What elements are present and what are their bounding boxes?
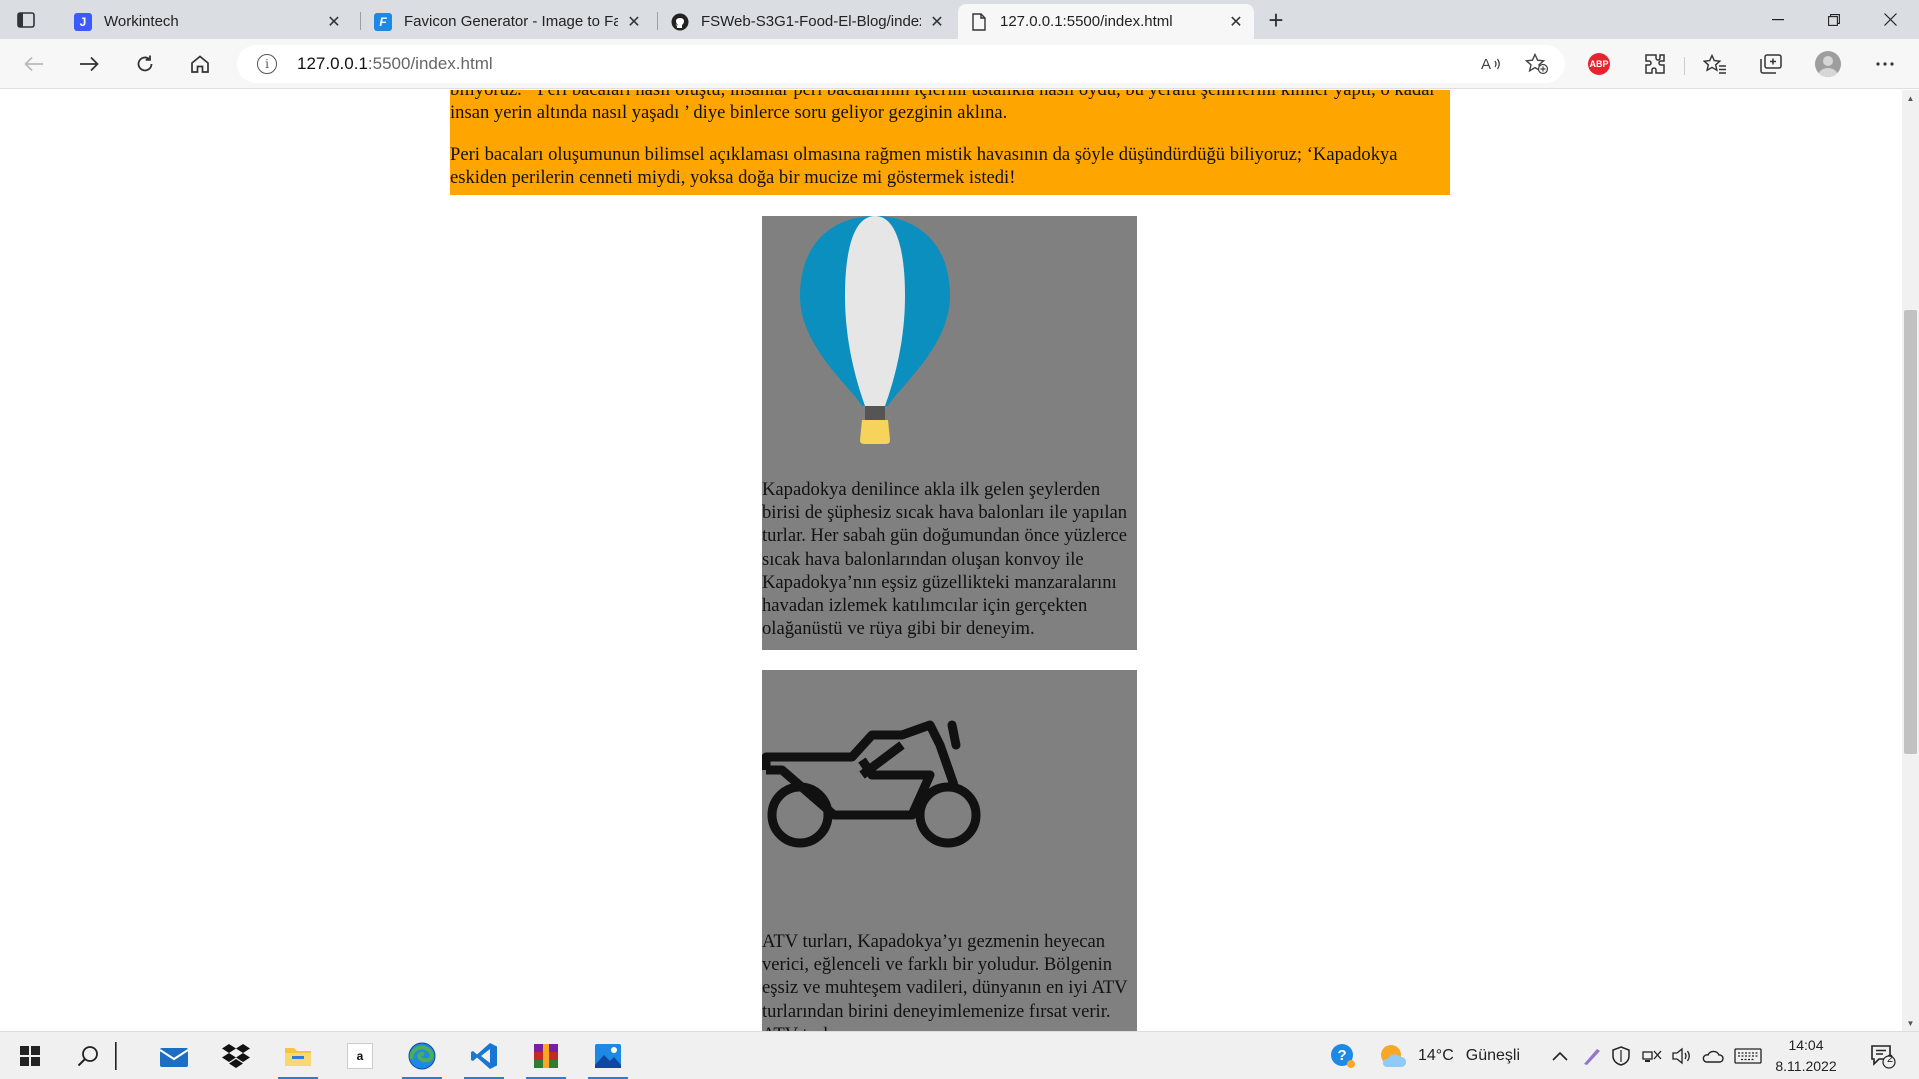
volume-icon[interactable]: [1672, 1032, 1692, 1079]
show-hidden-icons-icon[interactable]: [1552, 1032, 1568, 1079]
page-scrollbar[interactable]: ▲ ▼: [1902, 90, 1919, 1031]
forward-icon[interactable]: [74, 50, 104, 78]
scrollbar-thumb[interactable]: [1904, 310, 1917, 754]
security-shield-icon[interactable]: [1612, 1032, 1630, 1079]
system-clock[interactable]: 14:04 8.11.2022: [1770, 1035, 1842, 1077]
tab-strip: J Workintech ✕ F Favicon Generator - Ima…: [0, 0, 1919, 39]
weather-temp: 14°C: [1418, 1047, 1454, 1064]
github-favicon: [671, 13, 689, 31]
hot-air-balloon-icon: [800, 216, 950, 444]
winrar-icon[interactable]: [522, 1032, 570, 1079]
svg-text:A: A: [1481, 56, 1491, 73]
motorcycle-icon: [762, 720, 981, 848]
dropbox-icon[interactable]: [212, 1032, 260, 1079]
pen-icon[interactable]: [1582, 1032, 1602, 1079]
file-explorer-icon[interactable]: [274, 1032, 322, 1079]
restore-icon[interactable]: [1806, 0, 1862, 39]
toolbar-divider: [1684, 57, 1685, 75]
notification-count: 2: [1886, 1053, 1894, 1065]
task-view-divider: [106, 1032, 126, 1079]
adblock-plus-icon[interactable]: ABP: [1584, 50, 1614, 78]
balloon-tour-card: Kapadokya denilince akla ilk gelen şeyle…: [762, 216, 1137, 650]
read-aloud-icon[interactable]: A: [1479, 53, 1503, 75]
network-icon[interactable]: [1642, 1032, 1662, 1079]
windows-taskbar: a ? 14°C Güneşli 14:04 8.11.2022 2: [0, 1031, 1919, 1079]
weather-widget[interactable]: 14°C Güneşli: [1378, 1032, 1520, 1079]
tab-localhost[interactable]: 127.0.0.1:5500/index.html ✕: [958, 4, 1254, 39]
page-viewport[interactable]: biliyoruz. ‘ Peri bacaları nasıl oluştu,…: [0, 90, 1902, 1031]
mail-icon[interactable]: [150, 1032, 198, 1079]
onedrive-icon[interactable]: [1702, 1032, 1724, 1079]
tab-title: Workintech: [104, 13, 179, 30]
weather-condition: Güneşli: [1465, 1047, 1520, 1064]
search-icon[interactable]: [64, 1032, 112, 1079]
page-favicon: [970, 12, 988, 31]
tab-separator: [657, 12, 658, 30]
url-host: 127.0.0.1: [297, 54, 368, 73]
extensions-icon[interactable]: [1640, 50, 1670, 78]
atv-tour-card: ATV turları, Kapadokya’yı gezmenin heyec…: [762, 670, 1137, 1031]
tab-actions-icon[interactable]: [14, 8, 38, 32]
intro-paragraph: biliyoruz. ‘ Peri bacaları nasıl oluştu,…: [450, 90, 1436, 123]
abp-badge: ABP: [1588, 53, 1610, 75]
help-icon[interactable]: ?: [1330, 1032, 1356, 1079]
keyboard-icon[interactable]: [1734, 1032, 1762, 1079]
close-icon[interactable]: ✕: [929, 14, 945, 31]
clock-time: 14:04: [1788, 1037, 1824, 1053]
tab-workintech[interactable]: J Workintech ✕: [62, 4, 352, 39]
tab-favicon-generator[interactable]: F Favicon Generator - Image to Fav ✕: [362, 4, 652, 39]
add-favorite-icon[interactable]: [1525, 53, 1549, 75]
tab-title: Favicon Generator - Image to Fav: [404, 13, 618, 30]
url-text[interactable]: 127.0.0.1:5500/index.html: [297, 54, 493, 74]
collections-icon[interactable]: [1756, 50, 1786, 78]
avatar: [1815, 51, 1841, 77]
intro-highlight-block: biliyoruz. ‘ Peri bacaları nasıl oluştu,…: [450, 90, 1450, 195]
clock-date: 8.11.2022: [1775, 1058, 1837, 1074]
atv-image: [762, 670, 1137, 930]
vscode-icon[interactable]: [460, 1032, 508, 1079]
balloon-card-text: Kapadokya denilince akla ilk gelen şeyle…: [762, 479, 1128, 640]
amazon-icon[interactable]: a: [336, 1032, 384, 1079]
intro-paragraph: Peri bacaları oluşumunun bilimsel açıkla…: [450, 144, 1398, 188]
scroll-down-arrow-icon[interactable]: ▼: [1902, 1015, 1919, 1031]
new-tab-icon[interactable]: +: [1262, 5, 1290, 35]
site-info-icon[interactable]: i: [257, 54, 277, 74]
more-options-icon[interactable]: [1870, 50, 1900, 78]
url-path: :5500/index.html: [367, 54, 493, 73]
tab-title: 127.0.0.1:5500/index.html: [1000, 13, 1173, 30]
photos-icon[interactable]: [584, 1032, 632, 1079]
address-bar[interactable]: i 127.0.0.1:5500/index.html A: [237, 45, 1565, 83]
edge-icon[interactable]: [398, 1032, 446, 1079]
refresh-icon[interactable]: [130, 50, 160, 78]
sun-cloud-icon: [1381, 1045, 1407, 1067]
profile-avatar[interactable]: [1813, 50, 1843, 78]
scroll-up-arrow-icon[interactable]: ▲: [1902, 90, 1919, 106]
balloon-image: [762, 216, 1137, 478]
favorites-icon[interactable]: [1700, 50, 1730, 78]
close-window-icon[interactable]: [1862, 0, 1918, 39]
svg-text:?: ?: [1338, 1047, 1347, 1064]
workintech-favicon: J: [74, 12, 92, 31]
tab-title: FSWeb-S3G1-Food-El-Blog/index: [701, 13, 921, 30]
close-icon[interactable]: ✕: [326, 14, 342, 31]
start-icon[interactable]: [6, 1032, 54, 1079]
close-icon[interactable]: ✕: [626, 14, 642, 31]
browser-toolbar: i 127.0.0.1:5500/index.html A ABP: [0, 39, 1919, 89]
notifications-icon[interactable]: 2: [1870, 1032, 1896, 1079]
atv-card-text: ATV turları, Kapadokya’yı gezmenin heyec…: [762, 931, 1128, 1031]
tab-separator: [360, 12, 361, 30]
close-icon[interactable]: ✕: [1228, 14, 1244, 31]
tab-github[interactable]: FSWeb-S3G1-Food-El-Blog/index ✕: [659, 4, 955, 39]
favicon-generator-favicon: F: [374, 12, 392, 31]
home-icon[interactable]: [185, 50, 215, 78]
back-icon[interactable]: [19, 50, 49, 78]
minimize-icon[interactable]: [1750, 0, 1806, 39]
